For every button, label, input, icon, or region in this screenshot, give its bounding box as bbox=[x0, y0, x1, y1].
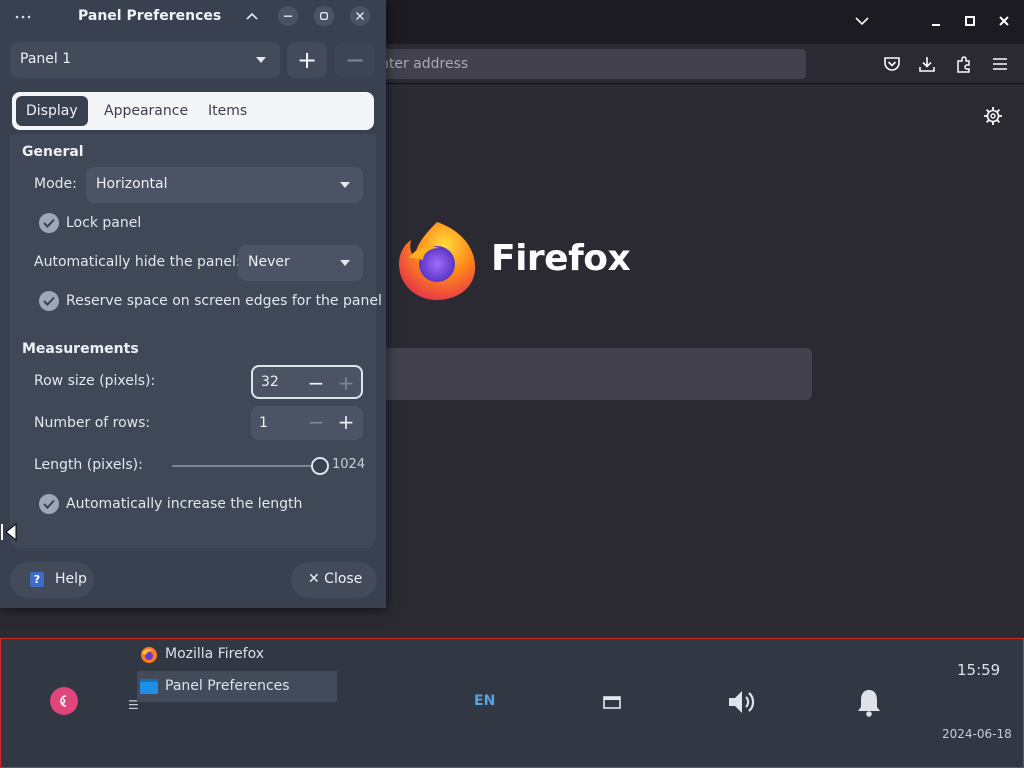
rows-label: Number of rows: bbox=[34, 415, 151, 431]
close-label: ✕ Close bbox=[308, 571, 363, 587]
window-icon bbox=[140, 679, 158, 694]
more-options-icon[interactable] bbox=[14, 7, 38, 27]
add-panel-button[interactable]: + bbox=[287, 42, 327, 78]
chevron-down-icon bbox=[340, 182, 350, 188]
length-label: Length (pixels): bbox=[34, 457, 143, 473]
network-icon[interactable] bbox=[602, 694, 622, 712]
length-slider-handle[interactable] bbox=[311, 457, 329, 475]
decrease-icon[interactable]: − bbox=[303, 370, 329, 396]
minimize-icon[interactable] bbox=[278, 6, 298, 26]
tab-display[interactable]: Display bbox=[16, 96, 88, 126]
task-firefox[interactable]: Mozilla Firefox bbox=[137, 639, 337, 670]
minimize-icon[interactable] bbox=[923, 8, 949, 34]
debian-menu-icon[interactable] bbox=[50, 687, 78, 715]
remove-panel-button[interactable]: − bbox=[335, 42, 375, 78]
maximize-icon[interactable] bbox=[957, 8, 983, 34]
mode-select[interactable]: Horizontal bbox=[86, 167, 363, 203]
auto-length-label: Automatically increase the length bbox=[66, 496, 303, 512]
lock-panel-checkbox[interactable] bbox=[39, 213, 59, 233]
firefox-wordmark: Firefox bbox=[491, 238, 631, 279]
mode-label: Mode: bbox=[34, 176, 77, 192]
length-slider-track[interactable] bbox=[172, 465, 320, 467]
tab-items[interactable]: Items bbox=[198, 96, 257, 126]
firefox-logo: Firefox bbox=[395, 218, 635, 304]
task-label: Mozilla Firefox bbox=[165, 646, 265, 662]
panel-select-value: Panel 1 bbox=[20, 51, 72, 67]
measurements-heading: Measurements bbox=[22, 341, 139, 357]
help-button[interactable]: ? Help bbox=[10, 562, 94, 598]
dialog-header: Panel Preferences bbox=[0, 0, 386, 34]
panel-preferences-dialog: Panel Preferences Panel 1 + − Display Ap… bbox=[0, 0, 386, 608]
close-icon[interactable] bbox=[350, 6, 370, 26]
keyboard-layout-indicator[interactable]: EN bbox=[474, 693, 495, 709]
firefox-logo-icon bbox=[399, 222, 476, 300]
task-label: Panel Preferences bbox=[165, 678, 290, 694]
lock-panel-label: Lock panel bbox=[66, 215, 142, 231]
decrease-icon[interactable]: − bbox=[303, 409, 329, 435]
close-icon[interactable] bbox=[991, 8, 1017, 34]
row-size-spinbox[interactable]: − + bbox=[251, 365, 363, 399]
length-value: 1024 bbox=[332, 457, 366, 472]
tab-bar: Display Appearance Items bbox=[12, 92, 374, 130]
autohide-label: Automatically hide the panel: bbox=[34, 254, 241, 270]
task-panel-preferences[interactable]: Panel Preferences bbox=[137, 671, 337, 702]
clock-time[interactable]: 15:59 bbox=[957, 661, 1000, 679]
mode-select-value: Horizontal bbox=[96, 176, 168, 192]
rows-spinbox[interactable]: − + bbox=[251, 406, 363, 440]
autohide-select-value: Never bbox=[248, 254, 290, 270]
row-size-label: Row size (pixels): bbox=[34, 373, 156, 389]
autohide-select[interactable]: Never bbox=[238, 245, 363, 281]
resize-cursor-icon bbox=[0, 522, 22, 542]
shade-up-icon[interactable] bbox=[242, 6, 262, 26]
chevron-down-icon[interactable] bbox=[849, 8, 875, 34]
dialog-title: Panel Preferences bbox=[78, 8, 222, 24]
increase-icon[interactable]: + bbox=[333, 370, 359, 396]
checkmark-icon bbox=[43, 296, 55, 306]
volume-icon[interactable] bbox=[725, 686, 757, 718]
pocket-icon[interactable] bbox=[880, 52, 904, 76]
url-input[interactable] bbox=[372, 49, 806, 79]
close-button[interactable]: ✕ Close bbox=[291, 562, 377, 598]
checkmark-icon bbox=[43, 218, 55, 228]
maximize-icon[interactable] bbox=[314, 6, 334, 26]
clock-date[interactable]: 2024-06-18 bbox=[942, 727, 1012, 741]
chevron-down-icon bbox=[256, 57, 266, 63]
checkmark-icon bbox=[43, 499, 55, 509]
panel-select[interactable]: Panel 1 bbox=[10, 42, 280, 78]
notification-bell-icon[interactable] bbox=[853, 686, 885, 718]
reserve-space-label: Reserve space on screen edges for the pa… bbox=[66, 293, 382, 309]
chevron-down-icon bbox=[340, 260, 350, 266]
download-icon[interactable] bbox=[915, 52, 939, 76]
gear-icon[interactable] bbox=[981, 104, 1005, 128]
general-heading: General bbox=[22, 144, 84, 160]
auto-length-checkbox[interactable] bbox=[39, 494, 59, 514]
menu-icon[interactable] bbox=[988, 52, 1012, 76]
tab-appearance[interactable]: Appearance bbox=[94, 96, 198, 126]
firefox-icon bbox=[141, 647, 157, 663]
reserve-space-checkbox[interactable] bbox=[39, 291, 59, 311]
help-label: Help bbox=[55, 571, 87, 587]
increase-icon[interactable]: + bbox=[333, 409, 359, 435]
extensions-icon[interactable] bbox=[952, 52, 976, 76]
url-bar[interactable] bbox=[372, 49, 806, 79]
rows-input[interactable] bbox=[257, 406, 299, 440]
help-icon: ? bbox=[30, 572, 44, 587]
row-size-input[interactable] bbox=[259, 367, 301, 397]
firefox-search-box[interactable] bbox=[372, 348, 812, 400]
